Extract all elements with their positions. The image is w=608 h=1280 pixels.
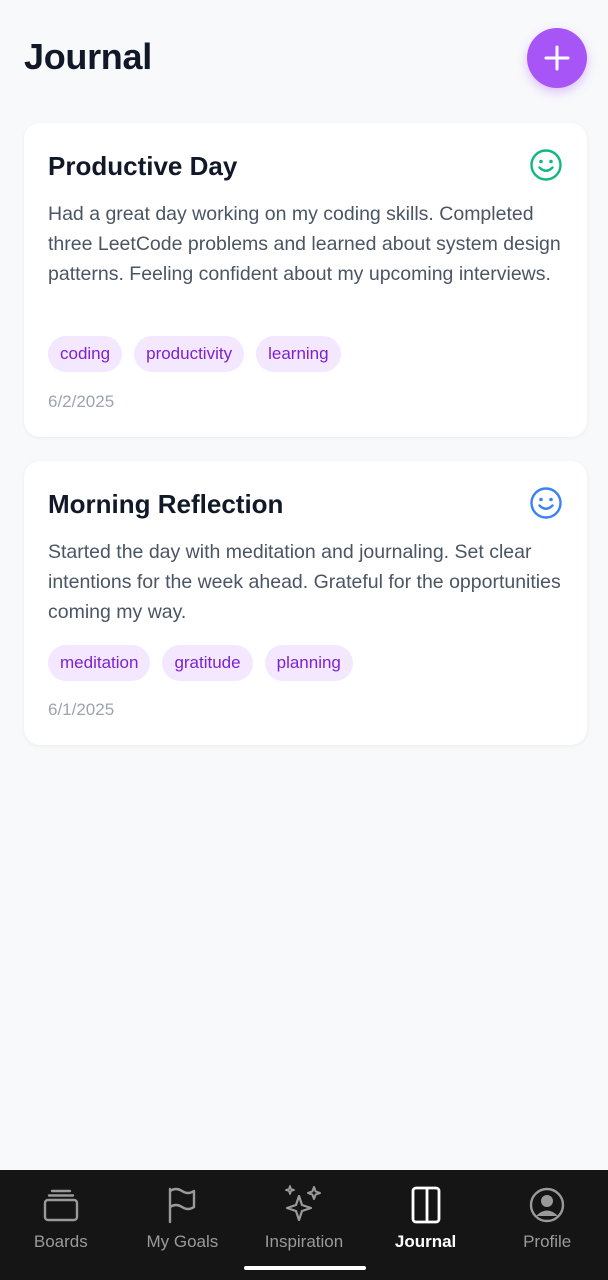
tag-chip[interactable]: gratitude xyxy=(162,645,253,681)
tag-chip[interactable]: coding xyxy=(48,336,123,372)
entry-tags: coding productivity learning xyxy=(48,336,341,372)
tag-chip[interactable]: planning xyxy=(264,645,353,681)
plus-icon xyxy=(544,45,570,71)
bottom-nav: Boards My Goals Inspiration Journal Prof… xyxy=(0,1170,608,1280)
smile-icon xyxy=(530,487,562,519)
entry-title: Morning Reflection xyxy=(48,489,284,519)
flag-icon xyxy=(169,1187,196,1224)
nav-item-journal[interactable]: Journal xyxy=(365,1170,487,1280)
entry-date: 6/2/2025 xyxy=(48,392,115,411)
boards-icon xyxy=(43,1189,78,1222)
entry-title: Productive Day xyxy=(48,151,238,181)
journal-icon xyxy=(411,1186,440,1224)
nav-label: My Goals xyxy=(146,1232,219,1251)
entry-body: Started the day with meditation and jour… xyxy=(48,541,561,623)
nav-item-boards[interactable]: Boards xyxy=(0,1170,122,1280)
journal-screen: Journal Productive Day Had a great day w… xyxy=(0,0,608,1280)
nav-item-my-goals[interactable]: My Goals xyxy=(122,1170,244,1280)
entry-body: Had a great day working on my coding ski… xyxy=(48,203,561,285)
sparkles-icon xyxy=(285,1185,321,1222)
nav-label: Boards xyxy=(33,1232,88,1251)
add-entry-button[interactable] xyxy=(527,28,587,88)
tag-chip[interactable]: learning xyxy=(256,336,341,372)
nav-label: Profile xyxy=(523,1232,572,1251)
tag-chip[interactable]: productivity xyxy=(134,336,245,372)
profile-icon xyxy=(529,1187,565,1223)
home-indicator xyxy=(244,1266,366,1270)
page-title: Journal xyxy=(24,36,152,77)
tag-chip[interactable]: meditation xyxy=(48,645,151,681)
nav-item-profile[interactable]: Profile xyxy=(486,1170,608,1280)
nav-label: Inspiration xyxy=(264,1232,344,1251)
journal-entry-card[interactable]: Productive Day Had a great day working o… xyxy=(24,123,587,437)
smile-icon xyxy=(530,149,562,181)
nav-item-inspiration[interactable]: Inspiration xyxy=(243,1170,365,1280)
header: Journal xyxy=(0,0,608,116)
entry-date: 6/1/2025 xyxy=(48,700,115,719)
nav-label: Journal xyxy=(394,1232,457,1251)
entry-tags: meditation gratitude planning xyxy=(48,645,353,681)
journal-entry-card[interactable]: Morning Reflection Started the day with … xyxy=(24,461,587,745)
